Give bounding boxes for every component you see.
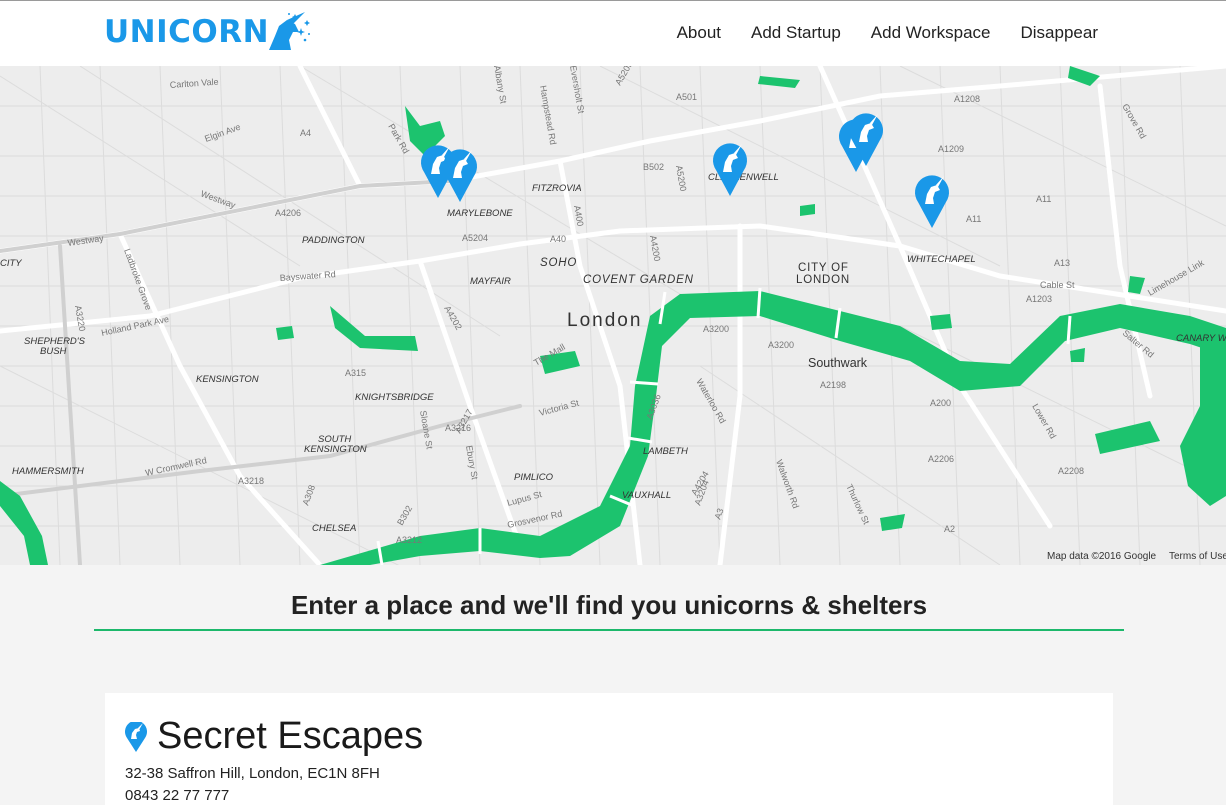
- svg-text:B302: B302: [395, 504, 414, 527]
- svg-text:A3218: A3218: [238, 476, 264, 486]
- svg-text:Waterloo Rd: Waterloo Rd: [694, 377, 728, 425]
- svg-text:A5200: A5200: [674, 165, 688, 192]
- result-name[interactable]: Secret Escapes: [157, 715, 423, 758]
- label-south-kensington: KENSINGTON: [304, 444, 367, 455]
- svg-text:Victoria St: Victoria St: [538, 398, 581, 418]
- label-knightsbridge: KNIGHTSBRIDGE: [355, 392, 434, 403]
- map-canvas[interactable]: MARYLEBONE FITZROVIA PADDINGTON MAYFAIR …: [0, 66, 1226, 565]
- thames-east-bend: [1180, 328, 1226, 506]
- svg-text:Walworth Rd: Walworth Rd: [774, 458, 801, 510]
- svg-text:A2208: A2208: [1058, 466, 1084, 476]
- svg-text:A1209: A1209: [938, 144, 964, 154]
- svg-text:A4: A4: [300, 128, 311, 138]
- svg-text:Ladbroke Grove: Ladbroke Grove: [122, 247, 153, 311]
- svg-text:A11: A11: [966, 214, 981, 224]
- unicorn-pin-icon: [125, 721, 147, 752]
- svg-text:A40: A40: [550, 234, 566, 244]
- svg-text:Grosvenor Rd: Grosvenor Rd: [506, 509, 563, 530]
- label-paddington: PADDINGTON: [302, 235, 365, 246]
- label-bush: BUSH: [40, 346, 67, 357]
- svg-text:Park Rd: Park Rd: [386, 122, 411, 155]
- london-map[interactable]: MARYLEBONE FITZROVIA PADDINGTON MAYFAIR …: [0, 66, 1226, 565]
- svg-text:A3200: A3200: [703, 324, 729, 334]
- label-hammersmith: HAMMERSMITH: [12, 466, 84, 477]
- label-fitzrovia: FITZROVIA: [532, 183, 582, 194]
- nav-add-workspace[interactable]: Add Workspace: [871, 23, 991, 43]
- top-navbar: UNICORN About Add Startup Add Workspace …: [0, 0, 1226, 66]
- label-covent-garden: COVENT GARDEN: [583, 274, 694, 286]
- result-card[interactable]: Secret Escapes 32-38 Saffron Hill, Londo…: [105, 693, 1113, 805]
- svg-text:Thurlow St: Thurlow St: [844, 483, 871, 527]
- svg-text:A3220: A3220: [73, 305, 87, 332]
- label-city-west: CITY: [0, 258, 22, 269]
- label-kensington: KENSINGTON: [196, 374, 259, 385]
- logo-text: UNICORN: [104, 14, 270, 50]
- svg-text:A200: A200: [930, 398, 951, 408]
- nav-about[interactable]: About: [677, 23, 721, 43]
- map-attribution: Map data ©2016 Google: [1047, 551, 1157, 562]
- unicorn-head-icon: [269, 12, 311, 50]
- label-marylebone: MARYLEBONE: [447, 208, 513, 219]
- label-canary: CANARY W: [1176, 333, 1226, 344]
- svg-text:A2198: A2198: [820, 380, 846, 390]
- unicorn-logo[interactable]: UNICORN: [104, 9, 311, 55]
- label-chelsea: CHELSEA: [312, 523, 356, 534]
- svg-text:Lower Rd: Lower Rd: [1030, 402, 1058, 440]
- svg-text:A5203: A5203: [613, 66, 635, 87]
- map-terms-link[interactable]: Terms of Use: [1169, 551, 1226, 562]
- svg-text:Cable St: Cable St: [1040, 280, 1075, 290]
- svg-text:Hampstead Rd: Hampstead Rd: [538, 85, 558, 146]
- svg-text:Albany St: Albany St: [492, 66, 509, 105]
- unicorn-map-pin-icon[interactable]: [443, 149, 477, 202]
- svg-text:A4200: A4200: [648, 235, 662, 262]
- svg-text:Westway: Westway: [67, 233, 105, 248]
- main-nav: About Add Startup Add Workspace Disappea…: [677, 23, 1098, 43]
- svg-text:A315: A315: [345, 368, 366, 378]
- svg-text:A308: A308: [300, 484, 317, 507]
- nav-add-startup[interactable]: Add Startup: [751, 23, 841, 43]
- label-pimlico: PIMLICO: [514, 472, 554, 483]
- result-address: 32-38 Saffron Hill, London, EC1N 8FH: [125, 765, 380, 782]
- unicorn-map-pin-icon[interactable]: [915, 175, 949, 228]
- label-soho: SOHO: [540, 257, 577, 269]
- label-southwark: Southwark: [808, 356, 868, 370]
- result-title-row: Secret Escapes: [125, 715, 423, 758]
- label-mayfair: MAYFAIR: [470, 276, 511, 287]
- svg-text:A3212: A3212: [396, 535, 422, 545]
- svg-text:A3200: A3200: [768, 340, 794, 350]
- label-city-of: CITY OF: [798, 262, 849, 274]
- label-whitechapel: WHITECHAPEL: [907, 254, 976, 265]
- svg-text:Eversholt St: Eversholt St: [568, 66, 586, 115]
- svg-text:A11: A11: [1036, 194, 1051, 204]
- svg-text:A5204: A5204: [462, 233, 488, 243]
- label-lambeth: LAMBETH: [643, 446, 688, 457]
- label-city-london: LONDON: [796, 274, 850, 286]
- unicorn-map-pin-icon[interactable]: [713, 143, 747, 196]
- svg-text:Limehouse Link: Limehouse Link: [1146, 257, 1206, 297]
- svg-text:A1203: A1203: [1026, 294, 1052, 304]
- search-prompt-heading: Enter a place and we'll find you unicorn…: [94, 590, 1124, 631]
- result-phone[interactable]: 0843 22 77 777: [125, 787, 229, 804]
- svg-text:Carlton Vale: Carlton Vale: [169, 77, 218, 90]
- nav-disappear[interactable]: Disappear: [1021, 23, 1099, 43]
- svg-text:A2206: A2206: [928, 454, 954, 464]
- svg-text:Westway: Westway: [199, 188, 237, 210]
- svg-text:A13: A13: [1054, 258, 1070, 268]
- svg-text:A2: A2: [944, 524, 955, 534]
- svg-text:A1208: A1208: [954, 94, 980, 104]
- svg-text:A501: A501: [676, 92, 697, 102]
- svg-text:B502: B502: [643, 162, 664, 172]
- svg-text:A4206: A4206: [275, 208, 301, 218]
- svg-text:Grove Rd: Grove Rd: [1120, 102, 1148, 140]
- label-vauxhall: VAUXHALL: [622, 490, 671, 501]
- svg-text:Ebury St: Ebury St: [464, 445, 480, 481]
- label-london: London: [567, 310, 642, 331]
